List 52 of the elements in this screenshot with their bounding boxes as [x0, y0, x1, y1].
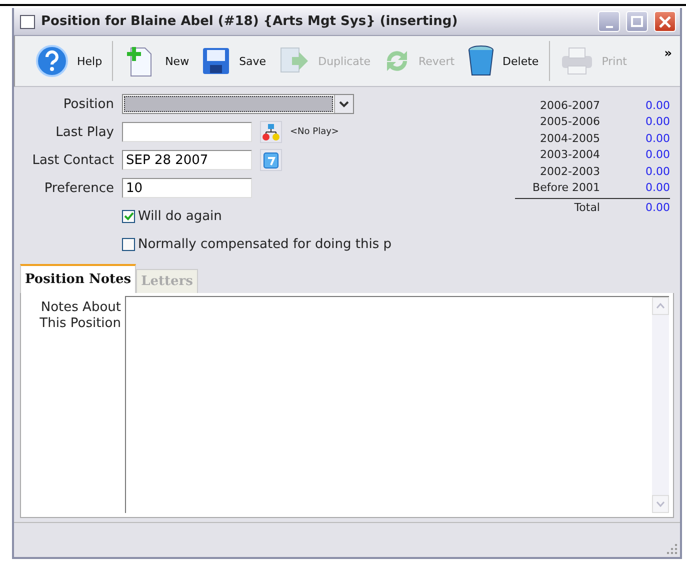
season-label: 2004-2005	[539, 132, 600, 145]
calendar-icon	[263, 151, 279, 169]
position-dropdown[interactable]	[122, 94, 354, 114]
toolbar-button[interactable]: Help	[29, 39, 108, 83]
field-label: Last Contact	[31, 152, 114, 168]
season-value: 0.00	[646, 164, 670, 178]
scroll-up-icon	[656, 303, 665, 309]
resize-grip-icon	[667, 544, 677, 554]
close-button[interactable]	[654, 11, 676, 32]
preference-field[interactable]: 10	[122, 178, 252, 198]
checkmark-icon	[123, 210, 134, 222]
maximize-icon	[631, 16, 643, 27]
season-label: Before 2001	[532, 181, 600, 194]
season-value: 0.00	[646, 148, 670, 162]
toolbar-button[interactable]: Delete	[460, 39, 545, 83]
total-label: Total	[573, 200, 600, 214]
last-contact-field[interactable]: SEP 28 2007	[122, 150, 252, 170]
hierarchy-button[interactable]	[260, 121, 282, 143]
minimize-button[interactable]	[598, 11, 620, 32]
window-title: Position for Blaine Abel (#18) {Arts Mgt Sys} (inserting)	[41, 14, 459, 29]
minimize-icon	[606, 26, 612, 28]
season-label: 2003-2004	[539, 148, 600, 162]
season-label: 2006-2007	[539, 98, 600, 112]
help-icon	[35, 44, 69, 78]
toolbar-button[interactable]: New	[117, 39, 196, 83]
scrollbar[interactable]	[652, 297, 669, 513]
printer-icon	[560, 46, 594, 76]
close-icon	[659, 16, 671, 28]
maximize-button[interactable]	[626, 11, 648, 32]
checkbox[interactable]: Will do again	[122, 205, 515, 227]
toolbar-button[interactable]: Save	[195, 39, 272, 83]
tab[interactable]: Position Notes	[20, 264, 136, 293]
window-icon	[20, 14, 35, 28]
hierarchy-icon	[262, 123, 280, 141]
field-label: Preference	[43, 180, 114, 196]
scroll-down-icon	[656, 501, 665, 507]
play-link[interactable]: <No Play>	[290, 127, 339, 137]
season-label: 2005-2006	[539, 115, 600, 128]
trash-bin-icon	[466, 44, 495, 78]
field-label: Last Play	[54, 124, 114, 140]
season-value: 0.00	[646, 115, 670, 128]
checkbox[interactable]: Normally compensated for doing this p	[122, 233, 515, 255]
season-value: 0.00	[646, 132, 670, 145]
last-play-field[interactable]	[122, 122, 252, 142]
field-label: Position	[62, 96, 114, 112]
total-value: 0.00	[646, 200, 670, 214]
calendar-button[interactable]	[260, 149, 282, 171]
overflow-chevron[interactable]: »	[664, 46, 672, 60]
season-value: 0.00	[646, 181, 670, 194]
season-label: 2002-2003	[539, 164, 600, 178]
season-value: 0.00	[646, 98, 670, 112]
notes-label: Notes About This Position	[38, 299, 122, 333]
